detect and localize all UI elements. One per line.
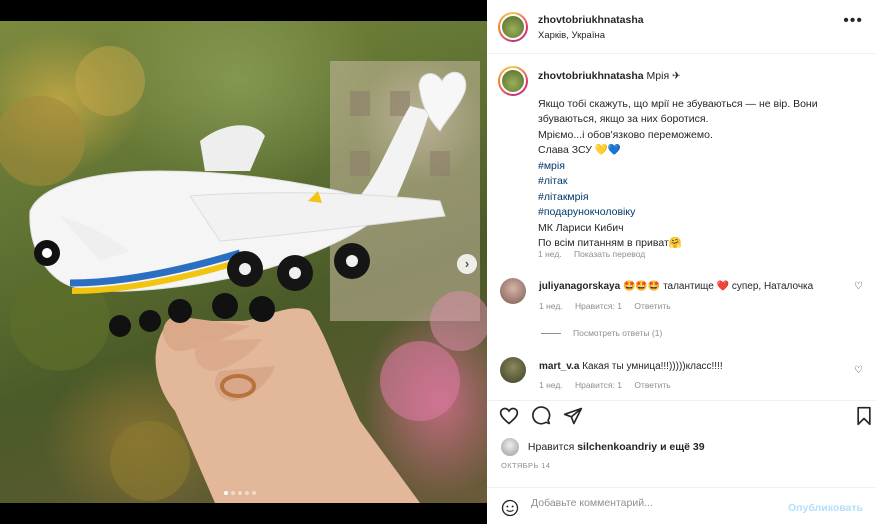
commenter-avatar[interactable] xyxy=(500,278,526,304)
carousel-next-button[interactable]: › xyxy=(457,254,477,274)
post-media[interactable]: › xyxy=(0,0,487,524)
post-photo[interactable] xyxy=(0,21,487,503)
comment-body: Какая ты умница!!!)))))класс!!!! xyxy=(582,361,723,372)
author-username[interactable]: zhovtobriukhnatasha xyxy=(538,14,644,26)
hashtag-link[interactable]: #мрія xyxy=(538,159,858,175)
more-icon[interactable]: ••• xyxy=(843,12,863,30)
post-header: zhovtobriukhnatasha Харків, Україна ••• xyxy=(487,0,875,54)
add-comment-bar: Опубликовать xyxy=(487,487,875,524)
post-actions xyxy=(487,400,875,430)
show-translation-button[interactable]: Показать перевод xyxy=(574,249,645,259)
carousel-dot xyxy=(224,491,228,495)
carousel-dot xyxy=(231,491,235,495)
comment-like-icon[interactable]: ♡ xyxy=(854,281,863,292)
author-avatar[interactable] xyxy=(498,12,528,42)
reply-button[interactable]: Ответить xyxy=(634,301,670,311)
liker-avatar[interactable] xyxy=(501,438,519,456)
likes-prefix: Нравится xyxy=(527,440,575,453)
hashtag-link[interactable]: #літакмрія xyxy=(538,190,858,206)
likes-summary: Нравится silchenkoandriy и ещё 39 xyxy=(501,438,705,456)
comment-icon[interactable] xyxy=(531,406,551,426)
caption-title: Мрія ✈ xyxy=(646,70,681,82)
post-location[interactable]: Харків, Україна xyxy=(538,30,605,41)
carousel-dots xyxy=(224,491,256,495)
commenter-username[interactable]: juliyanagorskaya xyxy=(539,281,620,292)
comment-time[interactable]: 1 нед. xyxy=(539,380,563,390)
crochet-plane-photo xyxy=(0,46,487,503)
divider xyxy=(541,333,561,335)
comment-time[interactable]: 1 нед. xyxy=(539,301,563,311)
view-replies-label: Посмотреть ответы (1) xyxy=(573,328,663,338)
caption-meta: 1 нед. Показать перевод xyxy=(538,249,655,259)
reply-button[interactable]: Ответить xyxy=(634,380,670,390)
comment-meta: 1 нед. Нравится: 1 Ответить xyxy=(539,301,681,311)
caption-time[interactable]: 1 нед. xyxy=(538,249,562,259)
caption-username[interactable]: zhovtobriukhnatasha xyxy=(538,70,644,82)
publish-button[interactable]: Опубликовать xyxy=(788,502,863,514)
comment-likes[interactable]: Нравится: 1 xyxy=(575,301,622,311)
carousel-dot xyxy=(245,491,249,495)
caption-line: Якщо тобі скажуть, що мрії не збуваються… xyxy=(538,97,818,126)
comment-like-icon[interactable]: ♡ xyxy=(854,365,863,376)
caption-line: Мріємо...і обов'язково переможемо. xyxy=(538,128,713,141)
bookmark-icon[interactable] xyxy=(855,406,873,426)
emoji-icon[interactable] xyxy=(501,499,519,517)
comment-likes[interactable]: Нравится: 1 xyxy=(575,380,622,390)
hashtag-link[interactable]: #подарунокчоловіку xyxy=(538,205,858,221)
commenter-avatar[interactable] xyxy=(500,357,526,383)
comment-body: 🤩🤩🤩 талантище ❤️ супер, Наталочка xyxy=(622,281,814,292)
comment-meta: 1 нед. Нравится: 1 Ответить xyxy=(539,380,681,390)
comment-input[interactable] xyxy=(531,497,781,509)
view-replies-button[interactable]: Посмотреть ответы (1) xyxy=(541,328,662,338)
carousel-dot xyxy=(252,491,256,495)
caption-avatar[interactable] xyxy=(498,66,528,96)
post-panel: zhovtobriukhnatasha Харків, Україна ••• … xyxy=(487,0,875,524)
share-icon[interactable] xyxy=(563,406,583,426)
caption-text: zhovtobriukhnatasha Мрія ✈ Якщо тобі ска… xyxy=(538,69,858,252)
carousel-dot xyxy=(238,491,242,495)
caption-line: МК Лариси Кибич xyxy=(538,221,624,234)
like-heart-icon[interactable] xyxy=(499,406,519,426)
comment-text: juliyanagorskaya 🤩🤩🤩 талантище ❤️ супер,… xyxy=(539,280,849,293)
post-date[interactable]: ОКТЯБРЬ 14 xyxy=(501,461,550,470)
caption-line: Слава ЗСУ 💛💙 xyxy=(538,144,621,156)
commenter-username[interactable]: mart_v.a xyxy=(539,361,579,372)
hashtag-link[interactable]: #літак xyxy=(538,174,858,190)
comment-text: mart_v.a Какая ты умница!!!)))))класс!!!… xyxy=(539,360,849,373)
likes-count[interactable]: и ещё 39 xyxy=(660,441,705,453)
liker-username[interactable]: silchenkoandriy xyxy=(577,441,657,453)
